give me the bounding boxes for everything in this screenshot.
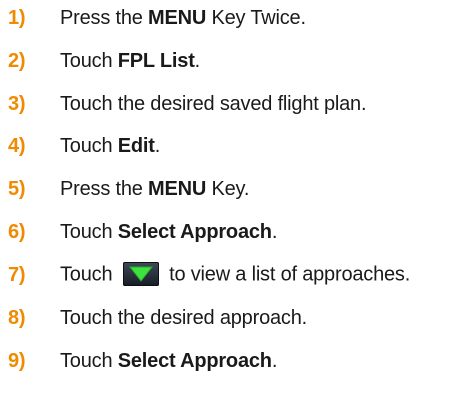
step-text-pre: Touch	[60, 49, 118, 72]
step-number: 7)	[8, 263, 26, 286]
step-text-post: .	[271, 220, 278, 243]
step-9: 9) Touch Select Approach.	[0, 346, 277, 376]
step-text-pre: Touch	[60, 263, 118, 286]
step-text-post: .	[194, 49, 201, 72]
step-text: Touch the desired approach.	[60, 307, 307, 330]
step-number: 9)	[8, 349, 26, 372]
step-number: 5)	[8, 177, 26, 200]
step-number: 1)	[8, 6, 26, 29]
step-text: Press the MENU Key.	[60, 178, 249, 201]
step-text: Touch Select Approach.	[60, 350, 277, 373]
step-text-post: .	[271, 349, 278, 372]
step-key-name: Edit	[117, 134, 155, 157]
step-text: Touch FPL List.	[60, 50, 200, 73]
step-text-post: .	[154, 134, 161, 157]
step-6: 6) Touch Select Approach.	[0, 217, 277, 247]
step-number: 8)	[8, 306, 26, 329]
step-text-pre: Touch the desired saved flight plan.	[60, 92, 367, 115]
step-text-pre: Touch	[60, 349, 118, 372]
step-number: 3)	[8, 92, 26, 115]
step-8: 8) Touch the desired approach.	[0, 303, 307, 333]
step-7: 7) Touch to view a list of approaches.	[0, 260, 410, 290]
step-text: Touch the desired saved flight plan.	[60, 92, 367, 116]
step-key-name: FPL List	[117, 49, 195, 72]
step-text-post: Key.	[206, 177, 250, 200]
green-down-arrow-icon	[122, 262, 159, 286]
instruction-steps: 1) Press the MENU Key Twice. 2) Touch FP…	[0, 0, 475, 396]
step-key-name: Select Approach	[117, 220, 272, 243]
step-2: 2) Touch FPL List.	[0, 46, 200, 76]
step-4: 4) Touch Edit.	[0, 131, 160, 161]
step-text: Touch Edit.	[60, 135, 160, 158]
step-number: 6)	[8, 220, 26, 243]
step-text-post: Key Twice.	[206, 6, 306, 29]
step-key-name: MENU	[148, 177, 207, 200]
step-text: Touch Select Approach.	[60, 221, 277, 244]
step-5: 5) Press the MENU Key.	[0, 174, 249, 204]
step-number: 4)	[8, 134, 26, 157]
step-text-pre: Touch	[60, 220, 118, 243]
step-text-pre: Press the	[60, 177, 149, 200]
step-text-pre: Touch	[60, 134, 118, 157]
step-key-name: MENU	[148, 6, 207, 29]
step-key-name: Select Approach	[117, 349, 272, 372]
step-text-pre: Touch the desired approach.	[60, 306, 307, 329]
step-1: 1) Press the MENU Key Twice.	[0, 3, 306, 33]
step-number: 2)	[8, 49, 26, 72]
step-text-post: to view a list of approaches.	[163, 263, 411, 286]
step-text: Touch to view a list of approaches.	[60, 262, 411, 287]
step-text: Press the MENU Key Twice.	[60, 7, 306, 30]
step-text-pre: Press the	[60, 6, 149, 29]
step-3: 3) Touch the desired saved flight plan.	[0, 89, 367, 119]
